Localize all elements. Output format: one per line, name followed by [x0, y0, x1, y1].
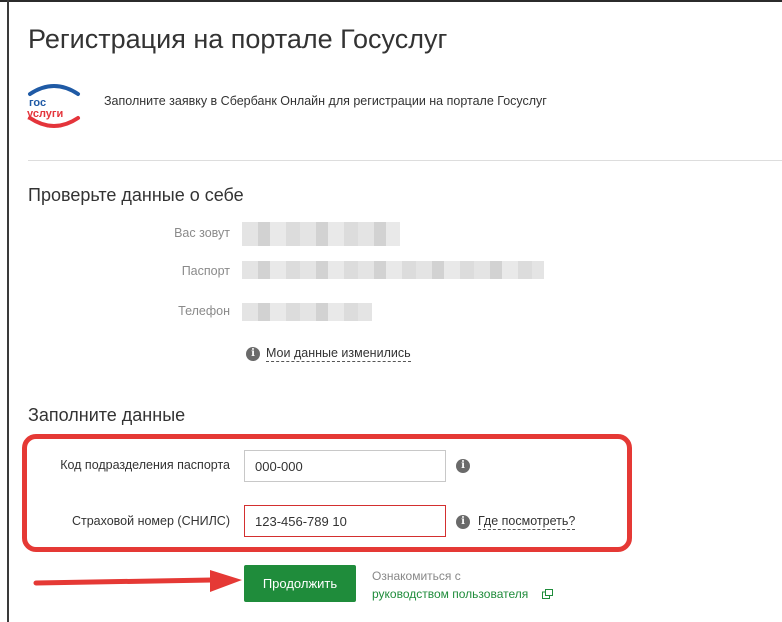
annotation-arrow [33, 570, 242, 592]
gosuslugi-logo: гос услуги [27, 84, 80, 128]
where-to-find-link[interactable]: Где посмотреть? [478, 514, 576, 530]
info-icon[interactable]: i [456, 459, 470, 473]
intro-text: Заполните заявку в Сбербанк Онлайн для р… [104, 94, 547, 108]
phone-value-redacted [242, 303, 372, 321]
page-title: Регистрация на портале Госуслуг [28, 24, 448, 54]
passport-code-label: Код подразделения паспорта [60, 458, 230, 472]
passport-label: Паспорт [181, 264, 230, 278]
name-value-redacted [242, 222, 400, 246]
window-frame-top [0, 0, 782, 2]
info-icon: i [456, 515, 470, 529]
fill-section-title: Заполните данные [28, 405, 186, 425]
continue-button[interactable]: Продолжить [244, 565, 356, 602]
external-link-icon [542, 589, 553, 599]
snils-label: Страховой номер (СНИЛС) [71, 514, 230, 528]
window-frame-left [7, 0, 9, 622]
logo-text-line2: услуги [27, 108, 63, 120]
passport-value-redacted [242, 261, 544, 279]
phone-label: Телефон [178, 304, 230, 318]
check-section-title: Проверьте данные о себе [28, 185, 244, 205]
name-label: Вас зовут [174, 226, 230, 240]
user-guide-link[interactable]: руководством пользователя [372, 587, 528, 601]
section-divider [28, 160, 782, 161]
passport-code-input[interactable] [244, 450, 446, 482]
info-icon: i [246, 347, 260, 361]
snils-input[interactable] [244, 505, 446, 537]
my-data-changed-link[interactable]: Мои данные изменились [266, 346, 411, 362]
guide-prefix-text: Ознакомиться с [372, 569, 461, 583]
